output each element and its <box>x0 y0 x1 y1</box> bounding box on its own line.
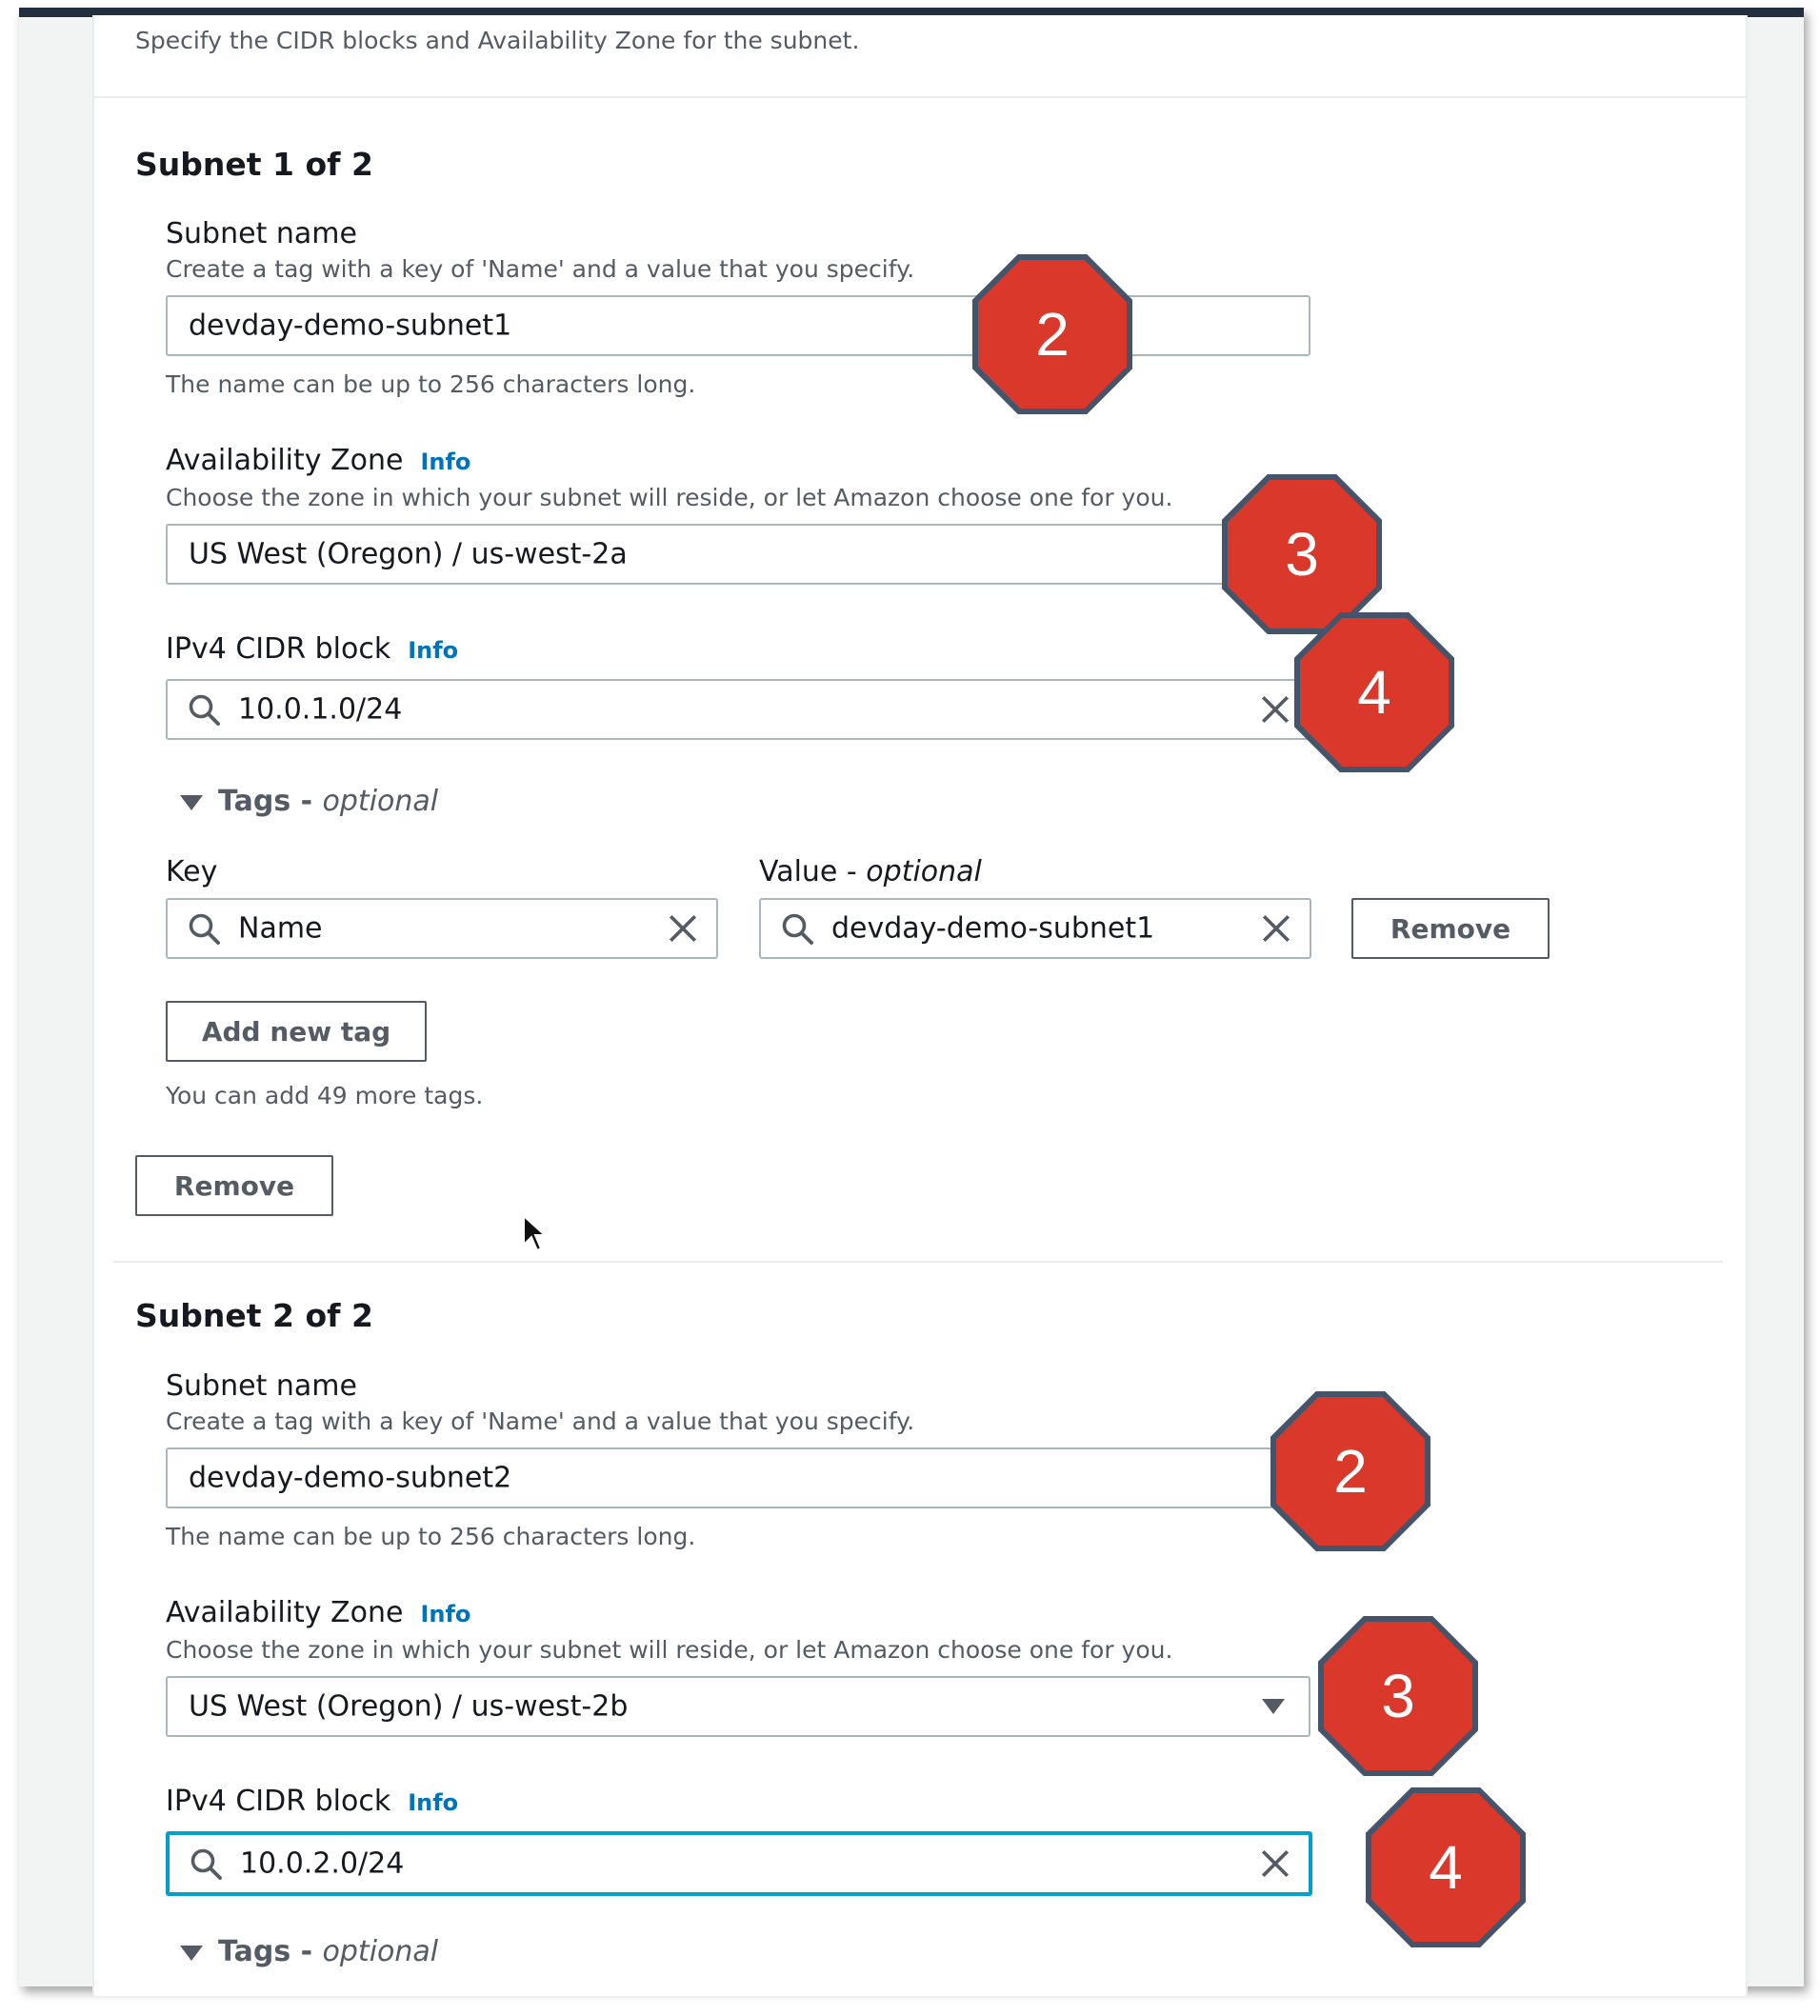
subnet-2-az-label: Availability Zone Info <box>166 1596 470 1629</box>
tag-value-label-text: Value - <box>759 855 857 888</box>
search-icon <box>190 1848 222 1880</box>
tag-key-input[interactable]: Name <box>166 898 718 959</box>
tags-remaining-hint: You can add 49 more tags. <box>166 1082 484 1109</box>
caret-down-icon <box>180 1945 203 1961</box>
clear-icon[interactable] <box>667 912 699 945</box>
subnet-2-cidr-info-link[interactable]: Info <box>408 1789 458 1816</box>
subnet-2-cidr-label-text: IPv4 CIDR block <box>166 1785 391 1818</box>
subnet-1-az-info-link[interactable]: Info <box>420 449 470 475</box>
subnet-2-tags-optional: optional <box>322 1935 439 1968</box>
callout-badge: 2 <box>1270 1390 1431 1552</box>
subnet-2-az-description: Choose the zone in which your subnet wil… <box>166 1636 1173 1664</box>
subnet-1-name-value: devday-demo-subnet1 <box>189 309 512 343</box>
callout-number: 4 <box>1429 1833 1463 1902</box>
subnet-2-tags-label: Tags - <box>218 1935 313 1968</box>
mouse-cursor-icon <box>523 1214 548 1252</box>
subnet-1-name-description: Create a tag with a key of 'Name' and a … <box>166 255 915 283</box>
tag-key-value: Name <box>238 911 323 946</box>
section-divider <box>113 1261 1723 1263</box>
subnet-2-tags-toggle[interactable]: Tags - optional <box>180 1935 438 1968</box>
subnet-1-tags-label: Tags - <box>218 785 313 818</box>
search-icon <box>189 913 220 945</box>
subnet-2-az-select[interactable]: US West (Oregon) / us-west-2b <box>166 1676 1310 1737</box>
subnet-1-az-description: Choose the zone in which your subnet wil… <box>166 484 1173 511</box>
search-icon <box>189 694 220 726</box>
panel-description: Specify the CIDR blocks and Availability… <box>135 27 860 54</box>
subnet-2-name-hint: The name can be up to 256 characters lon… <box>166 1523 696 1550</box>
callout-number: 3 <box>1381 1662 1415 1730</box>
caret-down-icon <box>1262 1699 1285 1714</box>
subnet-1-tags-toggle[interactable]: Tags - optional <box>180 785 438 818</box>
panel-header: Specify the CIDR blocks and Availability… <box>94 15 1746 98</box>
console-window: Specify the CIDR blocks and Availability… <box>19 8 1804 1996</box>
tag-key-label: Key <box>166 855 218 888</box>
subnet-1-az-label: Availability Zone Info <box>166 444 470 477</box>
clear-icon[interactable] <box>1259 693 1291 726</box>
subnet-2-az-label-text: Availability Zone <box>166 1596 404 1629</box>
search-icon <box>782 913 813 945</box>
subnet-2-az-info-link[interactable]: Info <box>420 1601 470 1627</box>
callout-badge: 3 <box>1317 1615 1479 1777</box>
subnet-2-title: Subnet 2 of 2 <box>135 1297 373 1334</box>
clear-icon[interactable] <box>1259 1847 1291 1880</box>
subnet-1-cidr-label-text: IPv4 CIDR block <box>166 632 391 666</box>
callout-number: 2 <box>1035 300 1070 369</box>
subnet-1-cidr-value: 10.0.1.0/24 <box>238 692 403 727</box>
callout-badge: 4 <box>1365 1786 1527 1948</box>
subnet-1-name-input[interactable]: devday-demo-subnet1 <box>166 295 1310 356</box>
subnet-1-cidr-info-link[interactable]: Info <box>408 637 458 664</box>
remove-tag-button[interactable]: Remove <box>1351 898 1550 959</box>
subnet-2-name-description: Create a tag with a key of 'Name' and a … <box>166 1407 915 1435</box>
subnet-1-name-hint: The name can be up to 256 characters lon… <box>166 370 696 398</box>
callout-number: 4 <box>1357 658 1391 727</box>
subnet-1-cidr-label: IPv4 CIDR block Info <box>166 632 458 666</box>
subnet-settings-panel: Specify the CIDR blocks and Availability… <box>92 15 1748 1996</box>
callout-badge: 4 <box>1293 611 1455 773</box>
add-new-tag-button[interactable]: Add new tag <box>166 1001 427 1062</box>
subnet-2-name-value: devday-demo-subnet2 <box>189 1461 512 1495</box>
callout-badge: 2 <box>971 253 1133 415</box>
subnet-1-az-value: US West (Oregon) / us-west-2a <box>189 537 628 571</box>
subnet-1-cidr-input[interactable]: 10.0.1.0/24 <box>166 679 1310 740</box>
subnet-1-title: Subnet 1 of 2 <box>135 146 373 183</box>
remove-subnet-button[interactable]: Remove <box>135 1155 333 1216</box>
subnet-2-name-input[interactable]: devday-demo-subnet2 <box>166 1447 1310 1508</box>
clear-icon[interactable] <box>1260 912 1292 945</box>
subnet-1-az-select[interactable]: US West (Oregon) / us-west-2a <box>166 524 1310 585</box>
subnet-2-cidr-input[interactable]: 10.0.2.0/24 <box>166 1831 1312 1896</box>
subnet-1-name-label: Subnet name <box>166 217 357 250</box>
callout-number: 2 <box>1333 1437 1368 1506</box>
tag-value-optional: optional <box>866 855 982 888</box>
subnet-2-cidr-value: 10.0.2.0/24 <box>240 1846 405 1881</box>
caret-down-icon <box>180 794 203 810</box>
subnet-2-az-value: US West (Oregon) / us-west-2b <box>189 1689 629 1724</box>
subnet-1-tags-optional: optional <box>322 785 439 818</box>
tag-value-label: Value - optional <box>759 855 982 888</box>
tag-value-value: devday-demo-subnet1 <box>831 911 1155 946</box>
tag-value-input[interactable]: devday-demo-subnet1 <box>759 898 1311 959</box>
subnet-1-az-label-text: Availability Zone <box>166 444 404 477</box>
subnet-2-name-label: Subnet name <box>166 1369 357 1403</box>
subnet-2-cidr-label: IPv4 CIDR block Info <box>166 1785 458 1818</box>
